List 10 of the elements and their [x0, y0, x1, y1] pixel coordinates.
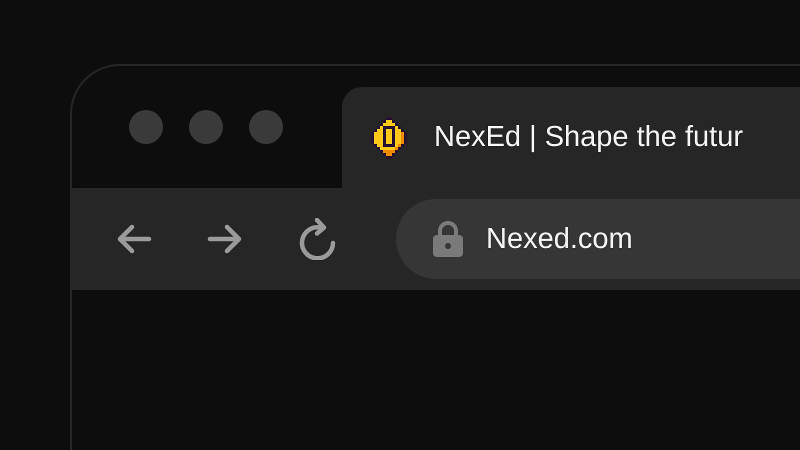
- lock-icon: [432, 221, 464, 257]
- window-control-dot[interactable]: [249, 110, 283, 144]
- url-text: Nexed.com: [486, 222, 633, 256]
- tab-title: NexEd | Shape the futur: [434, 121, 744, 154]
- coin-icon: [368, 116, 410, 158]
- window-control-dot[interactable]: [189, 110, 223, 144]
- reload-icon[interactable]: [298, 218, 338, 260]
- window-control-dot[interactable]: [129, 110, 163, 144]
- address-bar[interactable]: Nexed.com: [396, 199, 800, 279]
- browser-tab[interactable]: NexEd | Shape the futur: [342, 87, 800, 188]
